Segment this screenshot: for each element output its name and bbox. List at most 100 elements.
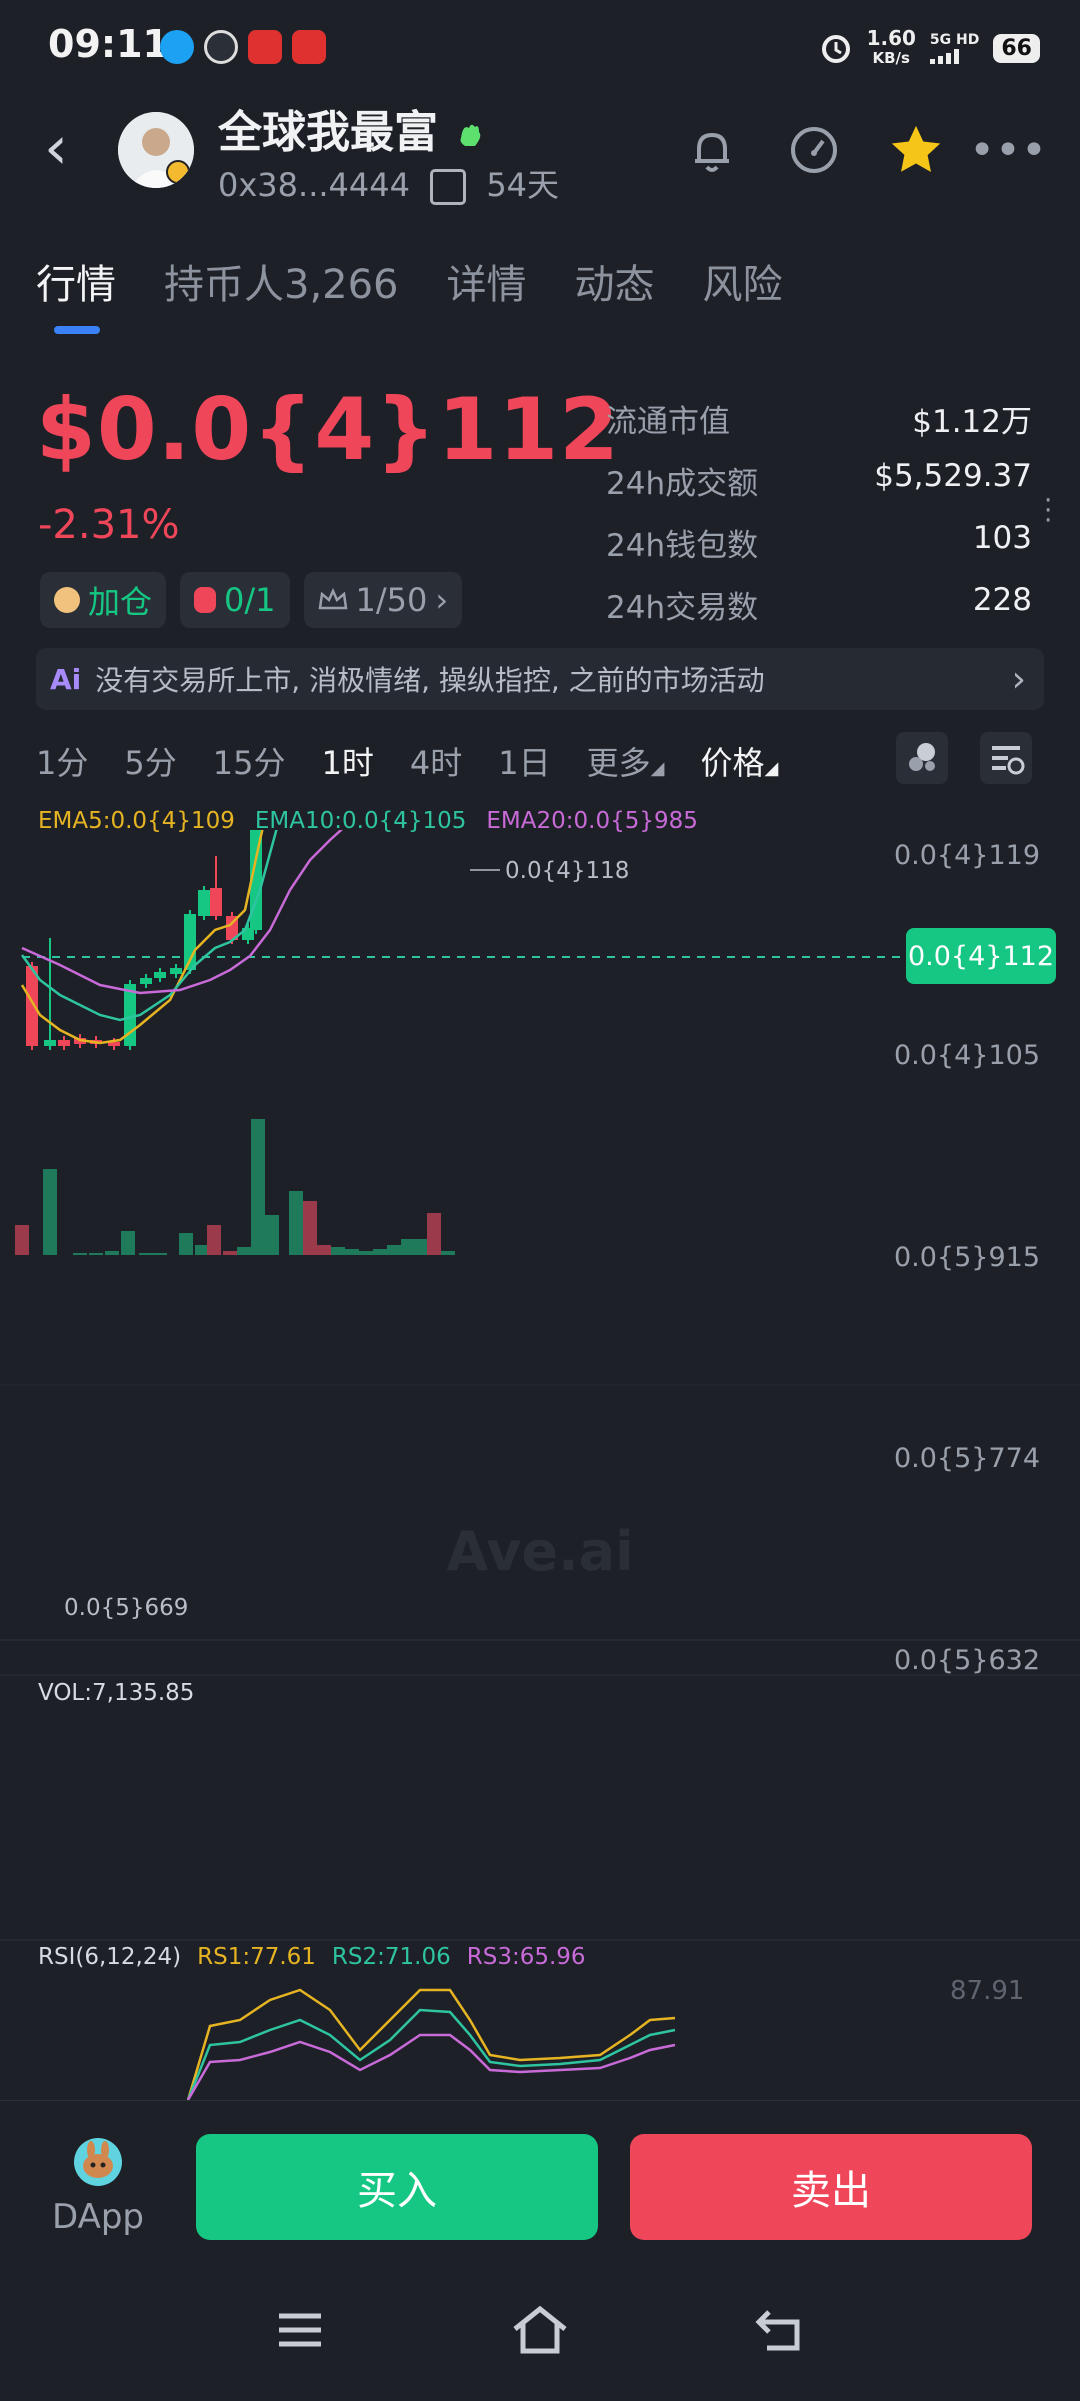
volume-bar: [401, 1239, 415, 1255]
sell-button[interactable]: 卖出: [630, 2134, 1032, 2240]
volume-bar: [43, 1169, 57, 1255]
interval-bar: 1分 5分 15分 1时 4时 1日 更多◢ 价格◢: [36, 738, 778, 784]
candle: [58, 1040, 70, 1046]
hand-icon: [460, 124, 481, 146]
y-axis-label: 0.0{5}915: [893, 1242, 1040, 1273]
interval-1h[interactable]: 1时: [321, 738, 373, 784]
battery-icon: 66: [993, 33, 1040, 63]
menu-nav-icon[interactable]: [270, 2300, 330, 2360]
price-change: -2.31%: [38, 502, 180, 548]
token-address-row: 0x38...4444 54天: [218, 166, 560, 205]
avatar[interactable]: [118, 112, 194, 188]
volume-bar: [359, 1251, 373, 1255]
bell-icon[interactable]: [680, 118, 744, 182]
stat-row: 24h交易数 228: [606, 582, 1032, 626]
watermark: Ave.ai: [446, 1520, 633, 1583]
tab-indicator: [54, 326, 100, 334]
net-speed: 1.60 KB/s: [866, 26, 916, 67]
y-axis-label: 0.0{4}119: [893, 840, 1040, 871]
candle: [44, 1040, 56, 1046]
current-price: $0.0{4}112: [36, 380, 620, 480]
status-right: 1.60 KB/s 5G HD 66: [819, 28, 1040, 68]
volume-bar: [153, 1253, 167, 1255]
y-axis-label: 0.0{4}105: [893, 1040, 1040, 1071]
crown-icon: [318, 588, 347, 610]
qq-icon: [160, 30, 194, 64]
ratio-chip[interactable]: 0/1: [180, 572, 290, 628]
pancake-icon: [74, 2138, 122, 2186]
volume-bar: [331, 1247, 345, 1255]
shop-icon: [292, 30, 326, 64]
volume-bar: [121, 1231, 135, 1255]
volume-bar: [73, 1253, 87, 1255]
dapp-button[interactable]: DApp: [48, 2136, 148, 2237]
stat-row: 24h钱包数 103: [606, 520, 1032, 564]
tab-market[interactable]: 行情: [36, 252, 116, 310]
volume-label: VOL:7,135.85: [38, 1680, 195, 1706]
chevron-right-icon: ›: [435, 581, 449, 619]
home-nav-icon[interactable]: [510, 2300, 570, 2360]
volume-bar: [265, 1215, 279, 1255]
chevron-right-icon: ›: [1011, 658, 1026, 700]
chef-icon: [54, 587, 80, 613]
signal-icon: 5G HD: [929, 32, 979, 64]
tab-activity[interactable]: 动态: [575, 252, 655, 310]
interval-15m[interactable]: 15分: [213, 738, 286, 784]
volume-bar: [179, 1233, 193, 1255]
star-icon[interactable]: [884, 118, 948, 182]
candle: [140, 978, 152, 984]
interval-more[interactable]: 更多◢: [587, 738, 665, 784]
add-position-chip[interactable]: 加仓: [40, 572, 167, 628]
current-price-tag: 0.0{4}112: [906, 928, 1056, 984]
volume-bar: [195, 1245, 209, 1255]
volume-bar: [427, 1213, 441, 1255]
status-bar: 09:11 1.60 KB/s 5G HD 66: [0, 0, 1080, 100]
money-bag-icon: [194, 587, 217, 613]
rsi-lines: [186, 1988, 676, 2100]
volume-bar: [413, 1239, 427, 1255]
candle: [170, 968, 182, 974]
more-icon[interactable]: •••: [969, 118, 1047, 182]
volume-bar: [89, 1253, 103, 1255]
speedometer-icon[interactable]: [782, 118, 846, 182]
volume-bar: [223, 1251, 237, 1255]
indicator-toggle-button[interactable]: [896, 732, 948, 784]
ai-summary-bar[interactable]: Ai 没有交易所上市, 消极情绪, 操纵指控, 之前的市场活动 ›: [36, 648, 1044, 710]
stat-row: 24h成交额 $5,529.37: [606, 458, 1032, 502]
interval-1m[interactable]: 1分: [36, 738, 88, 784]
buy-button[interactable]: 买入: [196, 2134, 598, 2240]
copy-icon[interactable]: [430, 169, 467, 205]
back-nav-icon[interactable]: [750, 2300, 810, 2360]
candle: [26, 966, 38, 1046]
stats-panel: 流通市值 $1.12万 24h成交额 $5,529.37 24h钱包数 103 24h…: [606, 396, 1032, 644]
candle: [154, 972, 166, 978]
alarm-icon: [821, 35, 850, 63]
tab-holders[interactable]: 持币人3,266: [164, 252, 399, 310]
high-marker: 0.0{4}118: [505, 858, 629, 884]
volume-bar: [139, 1253, 153, 1255]
volume-bar: [15, 1225, 29, 1255]
news-icon: [248, 30, 282, 64]
volume-bar: [345, 1249, 359, 1255]
interval-1d[interactable]: 1日: [498, 738, 550, 784]
volume-bar: [317, 1245, 331, 1255]
volume-bar: [207, 1225, 221, 1255]
tab-bar: 行情 持币人3,266 详情 动态 风险: [36, 252, 783, 310]
interval-4h[interactable]: 4时: [410, 738, 462, 784]
volume-bar: [373, 1249, 387, 1255]
side-more-icon[interactable]: · · ·: [1044, 488, 1052, 534]
y-axis-label: 0.0{5}774: [893, 1443, 1040, 1474]
volume-bar: [289, 1191, 303, 1255]
app-icon: [204, 30, 238, 64]
volume-bar: [251, 1119, 265, 1255]
tab-details[interactable]: 详情: [447, 252, 527, 310]
tab-risk[interactable]: 风险: [703, 252, 783, 310]
back-button[interactable]: ‹: [44, 118, 68, 178]
price-mode-dropdown[interactable]: 价格◢: [700, 738, 778, 784]
token-name: 全球我最富: [218, 96, 487, 160]
volume-bar: [441, 1251, 455, 1255]
chart-settings-button[interactable]: [980, 732, 1032, 784]
rsi-legend: RSI(6,12,24) RS1:77.61 RS2:71.06 RS3:65.…: [38, 1944, 586, 1970]
rank-chip[interactable]: 1/50 ›: [303, 572, 463, 628]
interval-5m[interactable]: 5分: [124, 738, 176, 784]
